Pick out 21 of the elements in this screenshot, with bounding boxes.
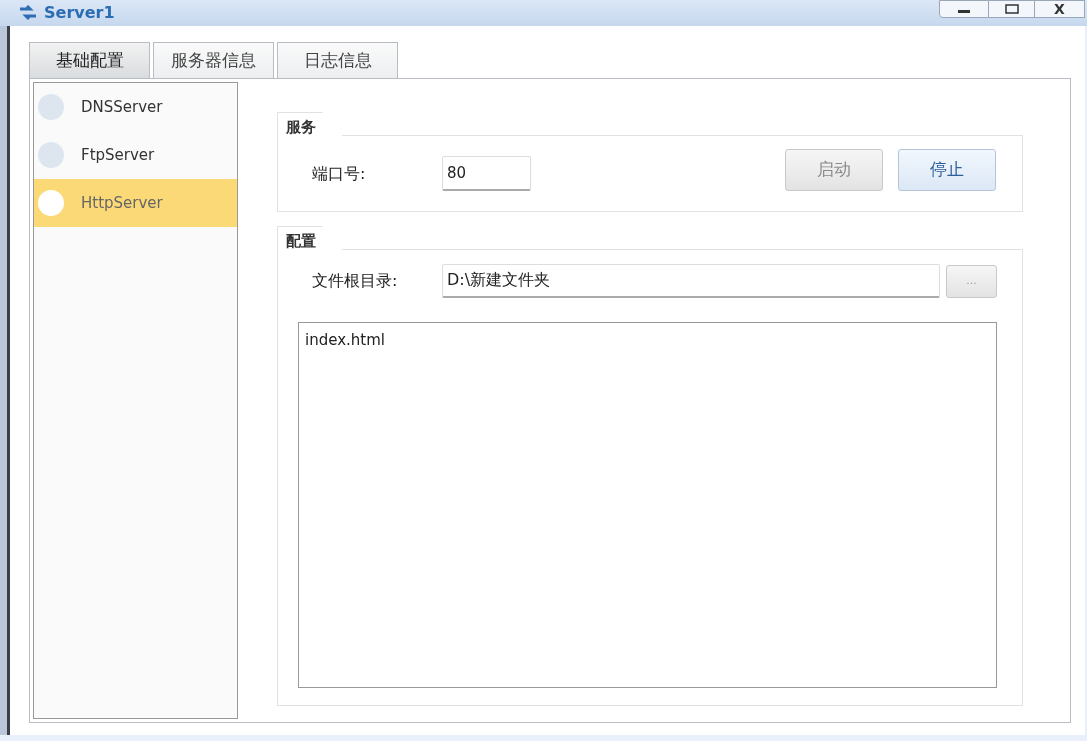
circle-icon <box>38 94 64 120</box>
maximize-icon <box>1004 4 1019 14</box>
circle-icon <box>38 142 64 168</box>
tab[interactable]: 服务器信息 <box>153 42 274 78</box>
window-title: Server1 <box>44 2 115 24</box>
root-label: 文件根目录: <box>312 270 399 292</box>
minimize-button[interactable] <box>939 0 989 18</box>
action-button[interactable]: 停止 <box>898 148 996 191</box>
maximize-button[interactable] <box>989 0 1035 18</box>
tab[interactable]: 基础配置 <box>29 42 150 78</box>
minimize-icon <box>958 10 970 13</box>
port-input[interactable]: 80 <box>442 156 531 191</box>
server-list-item[interactable]: HttpServer <box>34 179 237 227</box>
file-list-item[interactable]: index.html <box>305 329 385 352</box>
root-path-input[interactable]: D:\新建文件夹 <box>442 264 940 298</box>
circle-icon <box>38 190 64 216</box>
port-label: 端口号: <box>312 162 367 185</box>
tab[interactable]: 日志信息 <box>277 42 398 78</box>
server-list-item[interactable]: FtpServer <box>34 131 237 179</box>
server-list-item[interactable]: DNSServer <box>34 83 237 131</box>
close-button[interactable]: X <box>1035 0 1085 18</box>
